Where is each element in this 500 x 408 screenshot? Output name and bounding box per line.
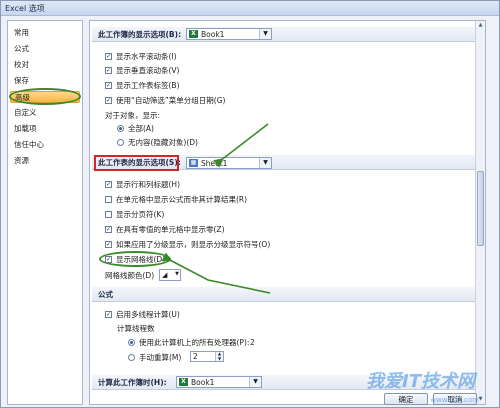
sidebar-item-formulas[interactable]: 公式 xyxy=(14,43,29,55)
excel-options-window: Excel 选项 常用 公式 校对 保存 高级 自定义 加载项 信任中心 资源 … xyxy=(0,0,500,408)
watermark-text: 我爱IT技术网 xyxy=(366,371,475,392)
sidebar-item-save[interactable]: 保存 xyxy=(14,75,29,87)
sidebar-item-customize[interactable]: 自定义 xyxy=(14,107,37,119)
ok-button[interactable]: 确定 xyxy=(384,393,428,405)
sidebar-item-resources[interactable]: 资源 xyxy=(14,155,29,167)
arrow-to-sheet-section xyxy=(213,123,269,168)
watermark-url: www.52ij.com xyxy=(430,396,479,404)
sidebar-item-addins[interactable]: 加载项 xyxy=(14,123,37,135)
sidebar: 常用 公式 校对 保存 高级 自定义 加载项 信任中心 资源 xyxy=(7,20,83,405)
annotation-arrows xyxy=(161,123,271,294)
sidebar-item-trust-center[interactable]: 信任中心 xyxy=(14,139,44,151)
options-panel: 此工作簿的显示选项(B): X Book1 ▼ ✓ 显示水平滚动条(I) ✓ 显… xyxy=(89,20,486,405)
window-title: Excel 选项 xyxy=(5,4,45,13)
arrow-to-gridlines xyxy=(161,252,271,294)
sidebar-item-proofing[interactable]: 校对 xyxy=(14,59,29,71)
sidebar-item-common[interactable]: 常用 xyxy=(14,27,29,39)
title-bar: Excel 选项 xyxy=(1,1,499,16)
sidebar-highlight-oval xyxy=(9,88,81,105)
